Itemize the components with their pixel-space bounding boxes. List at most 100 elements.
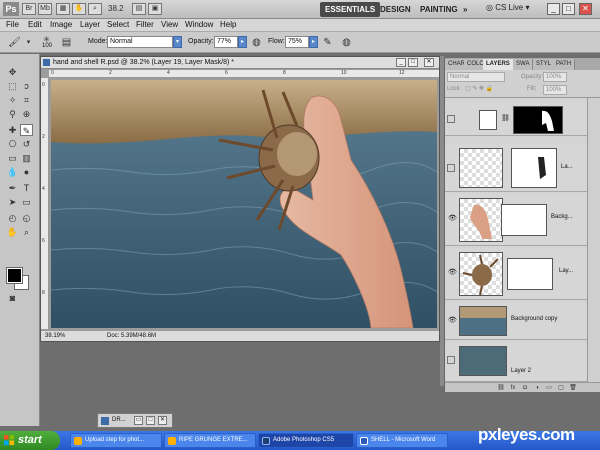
clone-stamp-tool-icon[interactable]: ⎔ [6, 138, 19, 150]
start-button[interactable]: start [0, 431, 60, 450]
tab-paths[interactable]: PATH [553, 59, 576, 70]
tab-layers[interactable]: LAYERS [483, 59, 514, 70]
doc-size[interactable]: Doc: 5.39M/48.6M [107, 331, 156, 342]
cs-live-button[interactable]: ◎ CS Live ▾ [486, 3, 529, 12]
screen-mode-icon[interactable]: ▣ [148, 3, 162, 15]
zoom-icon[interactable]: ⌕ [88, 3, 102, 15]
task-photoshop[interactable]: Adobe Photoshop CS5 [258, 433, 354, 448]
brush-tool-icon[interactable]: 🖌 [8, 36, 21, 49]
new-layer-icon[interactable]: ▢ [557, 384, 565, 392]
maximize-icon[interactable]: □ [562, 3, 575, 15]
doc-close-icon[interactable]: ✕ [424, 58, 434, 67]
layer-row[interactable]: 👁 Background copy [445, 302, 587, 340]
zoom-level[interactable]: 38.2 [108, 4, 124, 13]
lasso-tool-icon[interactable]: ↄ [20, 80, 33, 92]
task-word[interactable]: SHELL - Microsoft Word [356, 433, 448, 448]
move-tool-icon[interactable]: ✥ [6, 66, 19, 78]
crop-tool-icon[interactable]: ⌗ [20, 94, 33, 106]
healing-brush-tool-icon[interactable]: ✚ [6, 124, 19, 136]
close-icon[interactable]: ✕ [579, 3, 592, 15]
visibility-toggle[interactable] [447, 356, 455, 364]
foreground-color-swatch[interactable] [6, 267, 23, 284]
layer-name[interactable]: La... [561, 164, 573, 170]
flow-input[interactable]: 75% [285, 36, 309, 48]
workspace-more[interactable]: » [458, 2, 472, 17]
layer-row[interactable]: 👁 Backg... [445, 194, 587, 246]
menu-edit[interactable]: Edit [28, 20, 42, 29]
add-mask-icon[interactable]: ◘ [521, 384, 529, 392]
hand-tool-icon[interactable]: ✋ [72, 3, 86, 15]
layer-row[interactable]: 👁 Lay... [445, 248, 587, 300]
workspace-design[interactable]: DESIGN [375, 2, 416, 17]
path-select-tool-icon[interactable]: ➤ [6, 196, 19, 208]
trash-icon[interactable]: 🗑 [569, 384, 577, 392]
menu-file[interactable]: File [6, 20, 19, 29]
layer-thumbnail[interactable] [459, 252, 503, 296]
layer-row[interactable]: Layer 2 [445, 342, 587, 382]
menu-filter[interactable]: Filter [136, 20, 154, 29]
task-browser-grunge[interactable]: RIPE GRUNGE EXTRE... [164, 433, 256, 448]
minimize-icon[interactable]: _ [547, 3, 560, 15]
quick-select-tool-icon[interactable]: ✧ [6, 94, 19, 106]
dodge-tool-icon[interactable]: ● [20, 166, 33, 178]
mode-select[interactable]: Normal [107, 36, 173, 48]
menu-window[interactable]: Window [185, 20, 213, 29]
3d-orbit-tool-icon[interactable]: ◵ [20, 212, 33, 224]
close-icon[interactable]: ✕ [158, 416, 167, 425]
workspace-essentials[interactable]: ESSENTIALS [320, 2, 381, 17]
visibility-toggle[interactable] [447, 164, 455, 172]
menu-help[interactable]: Help [220, 20, 236, 29]
type-tool-icon[interactable]: T [20, 182, 33, 194]
eyedropper-tool-icon[interactable]: ⚲ [6, 108, 19, 120]
mini-bridge-icon[interactable]: Mb [38, 3, 52, 15]
ruler-tool-icon[interactable]: ⊕ [20, 108, 33, 120]
visibility-toggle[interactable] [447, 115, 455, 123]
doc-maximize-icon[interactable]: □ [408, 58, 418, 67]
layers-scrollbar[interactable] [587, 98, 600, 382]
blend-mode-select[interactable]: Normal [447, 72, 505, 82]
doc-minimize-icon[interactable]: _ [396, 58, 406, 67]
layer-thumbnail[interactable] [459, 346, 507, 376]
eye-icon[interactable]: 👁 [448, 268, 457, 276]
pressure-opacity-icon[interactable]: ◍ [250, 36, 263, 49]
task-browser-upload[interactable]: Upload step for phot... [70, 433, 162, 448]
hand-tool-icon[interactable]: ✋ [6, 226, 19, 238]
tool-preset-arrow-icon[interactable]: ▾ [22, 36, 35, 49]
image-canvas[interactable] [51, 80, 437, 328]
brush-panel-icon[interactable]: ▤ [60, 36, 73, 49]
opacity-slider-icon[interactable]: ▸ [238, 36, 247, 48]
menu-layer[interactable]: Layer [80, 20, 100, 29]
layer-name[interactable]: Backg... [551, 214, 573, 220]
pressure-size-icon[interactable]: ◍ [340, 36, 353, 49]
menu-select[interactable]: Select [107, 20, 129, 29]
eye-icon[interactable]: 👁 [448, 214, 457, 222]
shape-tool-icon[interactable]: ▭ [20, 196, 33, 208]
link-layers-icon[interactable]: ⛓ [497, 384, 505, 392]
adjustment-icon[interactable]: ◑ [533, 384, 541, 392]
opacity-input[interactable]: 77% [214, 36, 238, 48]
mode-dropdown-icon[interactable]: ▾ [173, 36, 182, 48]
fill-input[interactable]: 100% [543, 85, 567, 95]
document-title[interactable]: hand and shell R.psd @ 38.2% (Layer 19, … [41, 57, 439, 69]
eye-icon[interactable]: 👁 [448, 316, 457, 324]
layer-mask-thumbnail[interactable] [513, 106, 563, 134]
layer-name[interactable]: Background copy [511, 316, 557, 322]
layer-row[interactable]: La... [445, 144, 587, 192]
layer-name[interactable]: Layer 2 [511, 368, 531, 374]
layer-thumbnail[interactable] [459, 148, 503, 188]
zoom-tool-icon[interactable]: ⌕ [20, 226, 33, 238]
tab-swatches[interactable]: SWA [513, 59, 534, 70]
tab-styles[interactable]: STYL [533, 59, 556, 70]
restore-icon[interactable]: ▭ [134, 416, 143, 425]
history-brush-tool-icon[interactable]: ↺ [20, 138, 33, 150]
brush-tool-active-icon[interactable]: ✎ [20, 124, 33, 136]
bridge-icon[interactable]: Br [22, 3, 36, 15]
quick-mask-icon[interactable]: ◙ [6, 292, 19, 304]
arrange-icon[interactable]: ▤ [132, 3, 146, 15]
guides-icon[interactable]: ▦ [56, 3, 70, 15]
layer-mask-thumbnail[interactable] [507, 258, 553, 290]
blur-tool-icon[interactable]: 💧 [6, 166, 19, 178]
eraser-tool-icon[interactable]: ▭ [6, 152, 19, 164]
menu-image[interactable]: Image [50, 20, 72, 29]
3d-rotate-tool-icon[interactable]: ◴ [6, 212, 19, 224]
